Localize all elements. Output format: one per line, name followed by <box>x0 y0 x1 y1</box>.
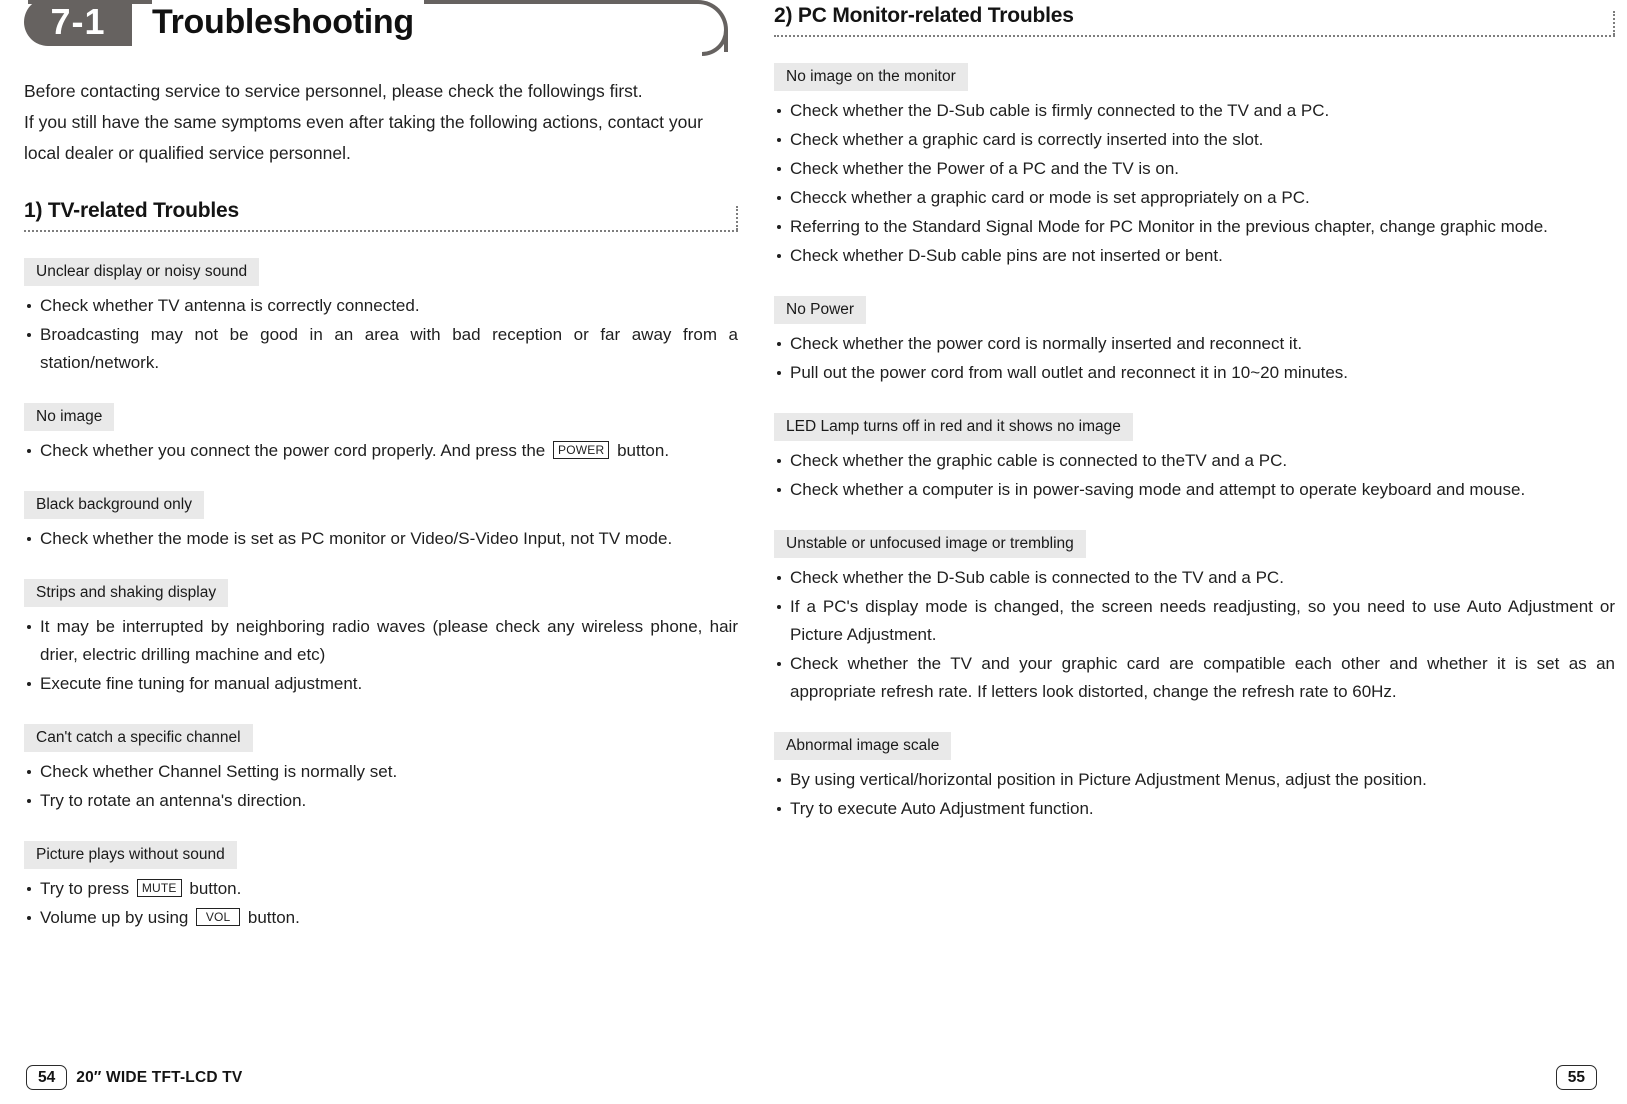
trouble-bullet-list: Check whether the graphic cable is conne… <box>774 447 1615 504</box>
list-item: Try to rotate an antenna's direction. <box>24 787 738 815</box>
list-item: Check whether a graphic card is correctl… <box>774 126 1615 154</box>
right-page-column: 2) PC Monitor-related Troubles No image … <box>762 0 1627 1104</box>
trouble-bullet-list: Check whether the power cord is normally… <box>774 330 1615 387</box>
list-item-text-post: button. <box>189 879 242 898</box>
list-item: Broadcasting may not be good in an area … <box>24 321 738 377</box>
list-item-text-post: button. <box>617 441 670 460</box>
dotted-tick-decoration <box>736 206 738 230</box>
manual-page-spread: 7-1 Troubleshooting Before contacting se… <box>0 0 1627 1104</box>
page-number-right: 55 <box>1555 1065 1597 1090</box>
list-item: Check whether the D-Sub cable is connect… <box>774 564 1615 592</box>
intro-paragraph: Before contacting service to service per… <box>24 76 724 169</box>
list-item: Check whether the D-Sub cable is firmly … <box>774 97 1615 125</box>
section-heading-label: 1) TV-related Troubles <box>24 199 239 222</box>
list-item: Execute fine tuning for manual adjustmen… <box>24 670 738 698</box>
trouble-bullet-list: It may be interrupted by neighboring rad… <box>24 613 738 698</box>
list-item: Volume up by using VOL button. <box>24 904 738 932</box>
trouble-label-chip: Picture plays without sound <box>24 841 237 869</box>
trouble-label-chip: Abnormal image scale <box>774 732 952 760</box>
trouble-label-chip: Unstable or unfocused image or trembling <box>774 530 1086 558</box>
trouble-block: No image on the monitor Check whether th… <box>774 63 1615 270</box>
trouble-bullet-list: Check whether TV antenna is correctly co… <box>24 292 738 377</box>
trouble-label-chip: No image on the monitor <box>774 63 968 91</box>
trouble-block: Black background only Check whether the … <box>24 491 738 553</box>
trouble-block: LED Lamp turns off in red and it shows n… <box>774 413 1615 504</box>
list-item: Check whether Channel Setting is normall… <box>24 758 738 786</box>
intro-line-3: local dealer or qualified service person… <box>24 143 351 163</box>
section-heading-label: 2) PC Monitor-related Troubles <box>774 4 1074 27</box>
intro-line-1: Before contacting service to service per… <box>24 81 643 101</box>
page-footer: 54 20″ WIDE TFT-LCD TV 55 <box>0 1056 1627 1090</box>
list-item: Check whether the power cord is normally… <box>774 330 1615 358</box>
list-item-text-post: button. <box>247 908 300 927</box>
list-item: Check whether a computer is in power-sav… <box>774 476 1615 504</box>
trouble-label-chip: Unclear display or noisy sound <box>24 258 260 286</box>
footer-right-group: 55 <box>1555 1065 1597 1090</box>
list-item: Try to execute Auto Adjustment function. <box>774 795 1615 823</box>
list-item: Check whether the TV and your graphic ca… <box>774 650 1615 706</box>
intro-line-2: If you still have the same symptoms even… <box>24 112 703 132</box>
list-item-text-pre: Try to press <box>40 879 130 898</box>
list-item: If a PC's display mode is changed, the s… <box>774 593 1615 649</box>
list-item: Check whether TV antenna is correctly co… <box>24 292 738 320</box>
trouble-block: Can't catch a specific channel Check whe… <box>24 724 738 815</box>
trouble-block: Unstable or unfocused image or trembling… <box>774 530 1615 706</box>
trouble-label-chip: LED Lamp turns off in red and it shows n… <box>774 413 1133 441</box>
trouble-label-chip: No image <box>24 403 115 431</box>
trouble-block: Abnormal image scale By using vertical/h… <box>774 732 1615 823</box>
trouble-block: Strips and shaking display It may be int… <box>24 579 738 698</box>
trouble-label-chip: Can't catch a specific channel <box>24 724 253 752</box>
vol-key-label: VOL <box>196 908 241 926</box>
trouble-bullet-list: By using vertical/horizontal position in… <box>774 766 1615 823</box>
trouble-block: Unclear display or noisy sound Check whe… <box>24 258 738 377</box>
trouble-label-chip: No Power <box>774 296 867 324</box>
section-heading-pc-monitor-troubles: 2) PC Monitor-related Troubles <box>774 4 1615 37</box>
trouble-label-chip: Black background only <box>24 491 204 519</box>
trouble-label-chip: Strips and shaking display <box>24 579 229 607</box>
list-item: Check whether the mode is set as PC moni… <box>24 525 738 553</box>
trouble-block: No image Check whether you connect the p… <box>24 403 738 465</box>
chapter-number-badge: 7-1 <box>24 0 132 46</box>
power-key-label: POWER <box>552 441 610 459</box>
mute-key-label: MUTE <box>136 879 182 897</box>
left-page-column: 7-1 Troubleshooting Before contacting se… <box>0 0 762 1104</box>
list-item: Check whether you connect the power cord… <box>24 437 738 465</box>
section-heading-tv-troubles: 1) TV-related Troubles <box>24 199 738 232</box>
page-title: Troubleshooting <box>152 0 424 48</box>
footer-left-group: 54 20″ WIDE TFT-LCD TV <box>26 1065 242 1090</box>
dotted-tick-decoration <box>1613 11 1615 35</box>
trouble-bullet-list: Check whether you connect the power cord… <box>24 437 738 465</box>
list-item-text-pre: Check whether you connect the power cord… <box>40 441 546 460</box>
product-model-label: 20″ WIDE TFT-LCD TV <box>76 1068 243 1086</box>
list-item: Referring to the Standard Signal Mode fo… <box>774 213 1615 241</box>
trouble-bullet-list: Check whether the mode is set as PC moni… <box>24 525 738 553</box>
chapter-header: 7-1 Troubleshooting <box>24 0 738 56</box>
trouble-block: No Power Check whether the power cord is… <box>774 296 1615 387</box>
trouble-block: Picture plays without sound Try to press… <box>24 841 738 932</box>
list-item: Check whether the Power of a PC and the … <box>774 155 1615 183</box>
list-item: Try to press MUTE button. <box>24 875 738 903</box>
list-item: It may be interrupted by neighboring rad… <box>24 613 738 669</box>
page-number-left: 54 <box>26 1065 68 1090</box>
list-item: By using vertical/horizontal position in… <box>774 766 1615 794</box>
list-item: Check whether the graphic cable is conne… <box>774 447 1615 475</box>
trouble-bullet-list: Check whether the D-Sub cable is firmly … <box>774 97 1615 270</box>
list-item-text-pre: Volume up by using <box>40 908 189 927</box>
trouble-bullet-list: Check whether Channel Setting is normall… <box>24 758 738 815</box>
trouble-bullet-list: Try to press MUTE button. Volume up by u… <box>24 875 738 932</box>
trouble-bullet-list: Check whether the D-Sub cable is connect… <box>774 564 1615 706</box>
list-item: Check whether D-Sub cable pins are not i… <box>774 242 1615 270</box>
list-item: Pull out the power cord from wall outlet… <box>774 359 1615 387</box>
list-item: Checck whether a graphic card or mode is… <box>774 184 1615 212</box>
